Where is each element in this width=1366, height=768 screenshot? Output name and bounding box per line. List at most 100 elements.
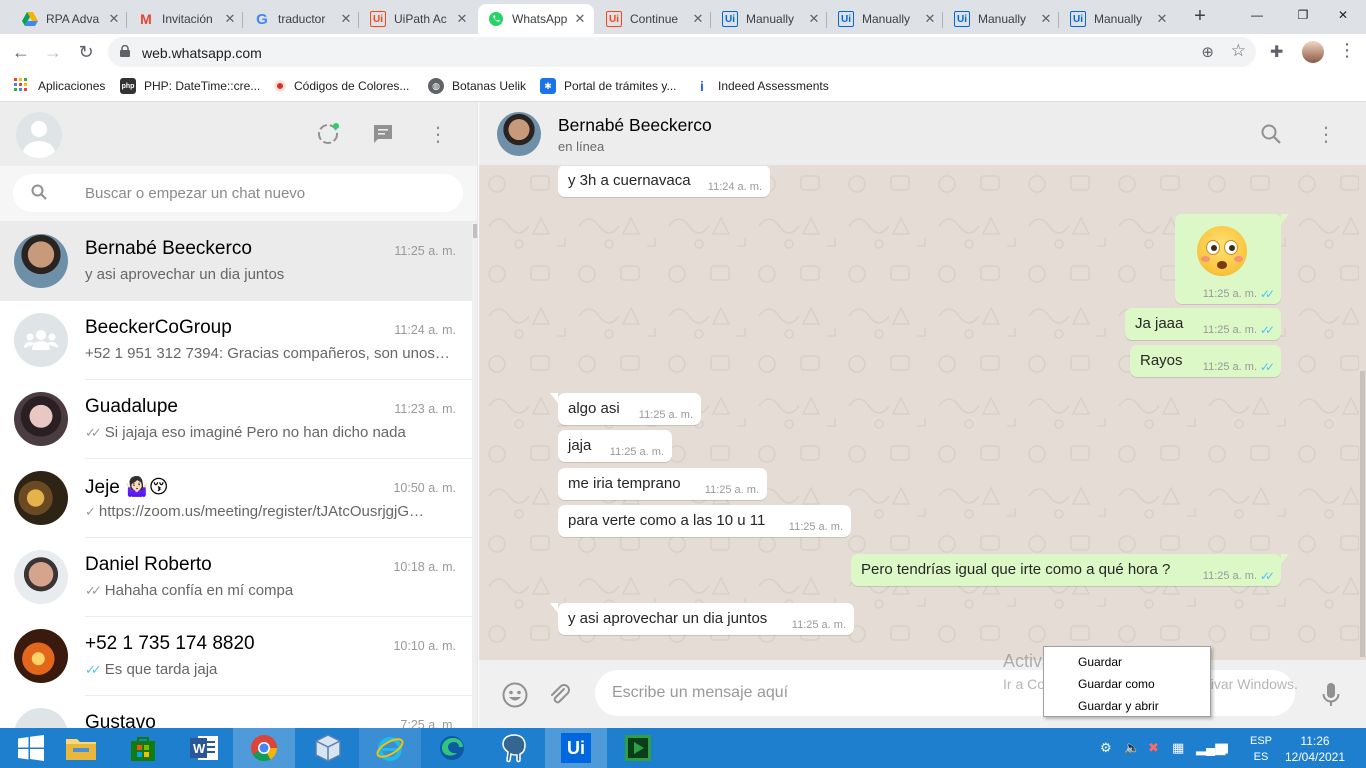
close-tab-icon[interactable]: ✕: [106, 11, 122, 27]
menu-item-guardar[interactable]: Guardar: [1044, 651, 1210, 673]
bookmark-portal[interactable]: ✱ Portal de trámites y...: [540, 77, 676, 95]
postgres-icon[interactable]: [483, 728, 545, 768]
chat-item[interactable]: Guadalupe 11:23 a. m. ✓✓ Si jajaja eso im…: [0, 380, 472, 459]
sidebar-scrollbar[interactable]: [472, 222, 477, 728]
chrome-icon[interactable]: [233, 728, 295, 768]
close-tab-icon[interactable]: ✕: [338, 11, 354, 27]
message-incoming[interactable]: algo asi 11:25 a. m.: [550, 393, 701, 425]
chat-item[interactable]: Jeje 🤷🏻‍♀️😚 10:50 a. m. ✓ https://zoom.us…: [0, 459, 472, 538]
my-avatar[interactable]: [16, 112, 62, 158]
new-tab-plus-icon[interactable]: +: [1190, 6, 1210, 26]
message-incoming[interactable]: jaja 11:25 a. m.: [558, 430, 672, 462]
close-tab-icon[interactable]: ✕: [572, 11, 588, 27]
browser-tab[interactable]: Ui Continue ✕: [596, 4, 712, 34]
close-tab-icon[interactable]: ✕: [1154, 11, 1170, 27]
forward-arrow-icon[interactable]: →: [42, 41, 64, 63]
message-incoming[interactable]: me iria temprano 11:25 a. m.: [558, 468, 767, 500]
chat-item[interactable]: Daniel Roberto 10:18 a. m. ✓✓ Hahaha conf…: [0, 538, 472, 617]
chrome-menu-icon[interactable]: ⋮: [1338, 40, 1356, 61]
extensions-puzzle-icon[interactable]: ✚: [1270, 42, 1283, 62]
message-outgoing[interactable]: Rayos 11:25 a. m. ✓✓: [1130, 345, 1281, 377]
reload-icon[interactable]: ↻: [75, 41, 97, 63]
message-incoming[interactable]: para verte como a las 10 u 11 11:25 a. m…: [558, 505, 851, 537]
status-icon[interactable]: [316, 122, 340, 146]
attach-clip-icon[interactable]: [545, 680, 575, 710]
whatsapp-app: ⋮ Buscar o empezar un chat nuevo Bernabé…: [0, 102, 1366, 728]
signal-icon[interactable]: ▂▄▆: [1196, 740, 1225, 756]
chat-item[interactable]: +52 1 735 174 8820 10:10 a. m. ✓✓ Es que …: [0, 617, 472, 696]
close-tab-icon[interactable]: ✕: [222, 11, 238, 27]
browser-tab[interactable]: M Invitación ✕: [128, 4, 244, 34]
conversation-panel: Bernabé Beeckerco en línea ⋮ y 3h a cuer…: [479, 102, 1366, 728]
store-icon[interactable]: [112, 728, 174, 768]
menu-dots-icon[interactable]: ⋮: [426, 122, 450, 146]
search-icon[interactable]: [1259, 122, 1283, 146]
minimize-icon[interactable]: —: [1234, 0, 1280, 30]
bookmark-colores[interactable]: Códigos de Colores...: [274, 77, 409, 95]
chat-item[interactable]: Gustavo 7:25 a. m.: [0, 696, 472, 728]
microphone-icon[interactable]: [1316, 680, 1346, 710]
message-outgoing-emoji[interactable]: 11:25 a. m. ✓✓: [1175, 214, 1289, 304]
bookmark-apps[interactable]: Aplicaciones: [14, 77, 105, 95]
contact-status: en línea: [558, 139, 605, 154]
google-drive-icon: [22, 11, 38, 27]
bookmark-php[interactable]: php PHP: DateTime::cre...: [120, 77, 260, 95]
chat-item[interactable]: BeeckerCoGroup 11:24 a. m. +52 1 951 312…: [0, 301, 472, 380]
browser-tab[interactable]: Ui Manually ✕: [828, 4, 944, 34]
bookmark-botanas[interactable]: ◍ Botanas Uelik: [428, 77, 526, 95]
contact-avatar: [14, 708, 68, 728]
browser-toolbar: ← → ↻ web.whatsapp.com ⊕ ☆ ✚ ⋮: [0, 34, 1366, 70]
browser-tab[interactable]: Ui Manually ✕: [1060, 4, 1176, 34]
close-tab-icon[interactable]: ✕: [454, 11, 470, 27]
globe-icon: ◍: [428, 78, 444, 94]
bookmark-star-icon[interactable]: ☆: [1231, 41, 1246, 61]
volume-icon[interactable]: 🔈: [1124, 740, 1140, 756]
contact-avatar[interactable]: [497, 112, 541, 156]
message-incoming[interactable]: y asi aprovechar un dia juntos 11:25 a. …: [550, 603, 854, 635]
file-explorer-icon[interactable]: [50, 728, 112, 768]
browser-tab[interactable]: Ui Manually ✕: [712, 4, 828, 34]
system-clock[interactable]: 11:26 12/04/2021: [1280, 733, 1350, 765]
contact-name[interactable]: Bernabé Beeckerco: [558, 115, 712, 136]
close-tab-icon[interactable]: ✕: [922, 11, 938, 27]
message-outgoing[interactable]: Pero tendrías igual que irte como a qué …: [851, 554, 1289, 586]
message-incoming[interactable]: y 3h a cuernavaca 11:24 a. m.: [558, 166, 770, 197]
close-tab-icon[interactable]: ✕: [690, 11, 706, 27]
read-ticks-icon: ✓✓: [1259, 569, 1275, 583]
conversation-scrollbar[interactable]: [1359, 166, 1366, 660]
browser-tab-active[interactable]: WhatsApp ✕: [478, 4, 594, 34]
display-icon[interactable]: ▦: [1172, 740, 1184, 756]
bookmark-indeed[interactable]: i Indeed Assessments: [694, 77, 829, 95]
chat-item[interactable]: Bernabé Beeckerco 11:25 a. m. y asi apro…: [0, 222, 472, 301]
battery-icon[interactable]: ▮: [1222, 740, 1229, 756]
internet-explorer-icon[interactable]: [359, 728, 421, 768]
new-chat-icon[interactable]: [371, 122, 395, 146]
uipath-assistant-icon[interactable]: [607, 728, 669, 768]
search-input[interactable]: Buscar o empezar un chat nuevo: [13, 174, 463, 212]
word-icon[interactable]: W: [174, 728, 236, 768]
uipath-studio-icon[interactable]: Ui: [545, 728, 607, 768]
back-arrow-icon[interactable]: ←: [10, 41, 32, 63]
close-window-icon[interactable]: ✕: [1320, 0, 1366, 30]
network-warning-icon[interactable]: ✖: [1148, 740, 1159, 756]
close-tab-icon[interactable]: ✕: [1038, 11, 1054, 27]
profile-avatar[interactable]: [1302, 41, 1324, 63]
menu-item-guardar-como[interactable]: Guardar como: [1044, 673, 1210, 695]
message-outgoing[interactable]: Ja jaaa 11:25 a. m. ✓✓: [1125, 308, 1281, 340]
browser-tab[interactable]: G traductor ✕: [244, 4, 360, 34]
browser-tab[interactable]: RPA Adva ✕: [12, 4, 128, 34]
browser-tab[interactable]: Ui UiPath Ac ✕: [360, 4, 476, 34]
menu-item-guardar-y-abrir[interactable]: Guardar y abrir: [1044, 695, 1210, 717]
address-bar[interactable]: web.whatsapp.com ⊕ ☆: [108, 37, 1256, 67]
browser-tab[interactable]: Ui Manually ✕: [944, 4, 1060, 34]
edge-icon[interactable]: [421, 728, 483, 768]
virtualbox-icon[interactable]: [297, 728, 359, 768]
close-tab-icon[interactable]: ✕: [806, 11, 822, 27]
menu-dots-icon[interactable]: ⋮: [1314, 122, 1338, 146]
tab-separator: [942, 12, 943, 28]
zoom-icon[interactable]: ⊕: [1201, 43, 1214, 61]
language-indicator[interactable]: ESP ES: [1246, 733, 1276, 765]
portal-icon: ✱: [540, 78, 556, 94]
emoji-icon[interactable]: [500, 680, 530, 710]
security-tray-icon[interactable]: ⚙: [1100, 740, 1112, 756]
